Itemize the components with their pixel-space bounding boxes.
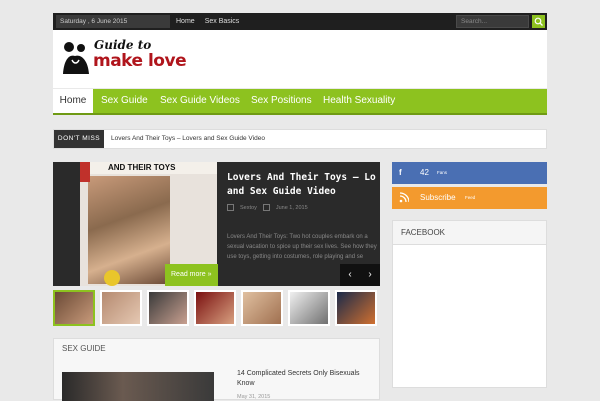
slide-author[interactable]: Sextoy <box>240 205 257 211</box>
search-placeholder: Search... <box>461 18 488 25</box>
top-nav-home[interactable]: Home <box>176 13 195 30</box>
read-more-button[interactable]: Read more » <box>165 264 218 286</box>
slide-date: June 1, 2015 <box>275 204 308 211</box>
search-button[interactable] <box>532 15 545 28</box>
image-seal <box>104 270 120 286</box>
thumbnail-7[interactable] <box>335 290 377 326</box>
facebook-label: Fans <box>437 170 448 175</box>
article-date: May 31, 2015 <box>237 394 271 400</box>
main-nav: Home Sex Guide Sex Guide Videos Sex Posi… <box>53 89 547 115</box>
rss-icon <box>399 187 411 218</box>
thumbnail-6[interactable] <box>288 290 330 326</box>
user-icon <box>227 204 234 211</box>
slide-title-line1: Lovers And Their Toys – Lo <box>227 172 376 183</box>
section-title: SEX GUIDE <box>62 344 106 353</box>
facebook-icon: f <box>399 168 402 177</box>
couple-silhouette-icon <box>63 42 89 74</box>
news-ticker: DON'T MISS Lovers And Their Toys – Lover… <box>53 129 547 149</box>
article-title[interactable]: 14 Complicated Secrets Only Bisexuals Kn… <box>237 369 377 389</box>
featured-photo <box>88 176 170 284</box>
article-image[interactable] <box>62 372 214 401</box>
search-input[interactable]: Search... <box>456 15 529 28</box>
thumbnail-2[interactable] <box>100 290 142 326</box>
nav-sex-guide[interactable]: Sex Guide <box>101 89 148 113</box>
facebook-widget-title: FACEBOOK <box>393 221 546 245</box>
rss-subscribe-button[interactable]: Subscribe Feed <box>392 187 547 209</box>
facebook-widget: FACEBOOK <box>392 220 547 388</box>
top-nav: Home Sex Basics <box>176 13 239 30</box>
site-header: Guide to make love <box>53 30 547 88</box>
nav-home[interactable]: Home <box>53 89 93 113</box>
calendar-icon <box>262 204 270 211</box>
nav-sex-guide-videos[interactable]: Sex Guide Videos <box>160 89 240 113</box>
slider-thumbnails <box>53 290 380 326</box>
thumbnail-1[interactable] <box>53 290 95 326</box>
thumbnail-3[interactable] <box>147 290 189 326</box>
slide-meta: Sextoy June 1, 2015 <box>227 204 308 211</box>
thumbnail-5[interactable] <box>241 290 283 326</box>
date-display: Saturday , 6 June 2015 <box>56 15 170 28</box>
ticker-headline[interactable]: Lovers And Their Toys – Lovers and Sex G… <box>111 130 265 148</box>
featured-slider: AND THEIR TOYS Lovers And Their Toys – L… <box>53 162 380 286</box>
image-corner-badge <box>80 162 90 182</box>
thumbnail-4[interactable] <box>194 290 236 326</box>
top-nav-sex-basics[interactable]: Sex Basics <box>205 13 240 30</box>
image-caption: AND THEIR TOYS <box>80 162 217 174</box>
nav-health-sexuality[interactable]: Health Sexuality <box>323 89 395 113</box>
sex-guide-section: SEX GUIDE 14 Complicated Secrets Only Bi… <box>53 338 380 401</box>
search-icon <box>534 17 543 26</box>
slide-title-line2: and Sex Guide Video <box>227 186 336 197</box>
nav-sex-positions[interactable]: Sex Positions <box>251 89 312 113</box>
rss-subscribe-label: Subscribe <box>420 193 456 202</box>
facebook-count: 42 <box>420 168 429 177</box>
slide-title[interactable]: Lovers And Their Toys – Lo and Sex Guide… <box>227 171 377 199</box>
slider-prev-button[interactable]: ‹ <box>340 264 360 286</box>
logo-line1: Guide to <box>94 38 152 52</box>
site-logo[interactable]: Guide to make love <box>61 37 187 81</box>
rss-feed-label: Feed <box>465 195 476 200</box>
slider-next-button[interactable]: › <box>360 264 380 286</box>
facebook-fans-button[interactable]: f 42 Fans <box>392 162 547 184</box>
dont-miss-label: DON'T MISS <box>54 130 104 148</box>
top-bar: Saturday , 6 June 2015 Home Sex Basics S… <box>53 13 547 30</box>
logo-line2: make love <box>93 51 187 71</box>
